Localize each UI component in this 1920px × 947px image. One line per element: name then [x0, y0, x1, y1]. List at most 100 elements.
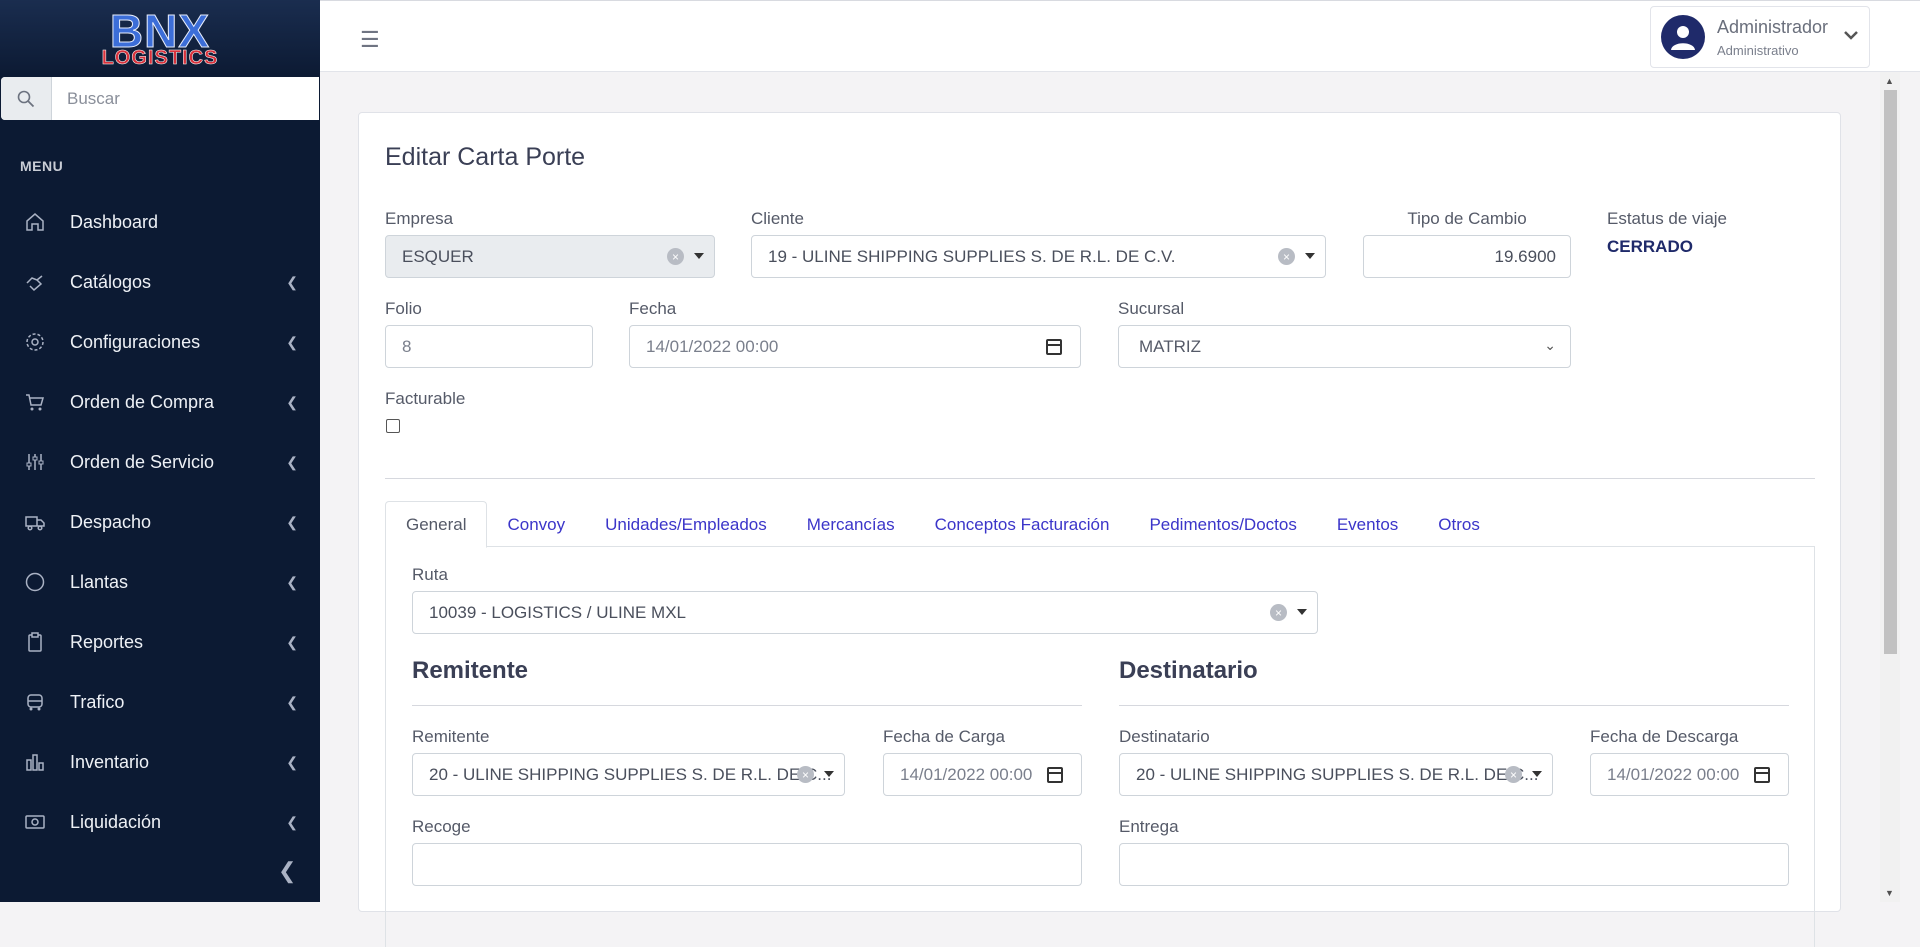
logo-bottom-text: LOGISTICS [101, 47, 219, 69]
bus-icon [22, 689, 48, 715]
sidebar-item-label: Llantas [70, 571, 129, 592]
empresa-select[interactable]: ESQUER × [385, 235, 715, 278]
collapse-sidebar-icon[interactable]: ❮ [278, 858, 296, 884]
hamburger-menu-icon[interactable]: ☰ [360, 27, 380, 53]
fecha-descarga-field: Fecha de Descarga 14/01/2022 00:00 [1590, 727, 1789, 796]
cliente-label: Cliente [751, 209, 804, 228]
fecha-carga-field: Fecha de Carga 14/01/2022 00:00 [883, 727, 1082, 796]
scroll-up-arrow-icon[interactable]: ▲ [1885, 76, 1894, 86]
sidebar-item-inventario[interactable]: Inventario ❮ [0, 732, 320, 792]
recoge-field: Recoge [412, 817, 1082, 886]
search-input[interactable] [52, 77, 319, 120]
folio-input[interactable]: 8 [385, 325, 593, 368]
fecha-carga-input[interactable]: 14/01/2022 00:00 [883, 753, 1082, 796]
search-box [1, 77, 319, 120]
folio-value: 8 [402, 336, 412, 356]
tab-general-pane: Ruta 10039 - LOGISTICS / ULINE MXL × Rem… [385, 547, 1815, 947]
tab-pedimentos-doctos[interactable]: Pedimentos/Doctos [1129, 501, 1316, 548]
recoge-input[interactable] [412, 843, 1082, 886]
fecha-carga-value: 14/01/2022 00:00 [900, 764, 1033, 784]
tab-otros[interactable]: Otros [1418, 501, 1500, 548]
sidebar-item-orden-de-servicio[interactable]: Orden de Servicio ❮ [0, 432, 320, 492]
remitente-field: Remitente 20 - ULINE SHIPPING SUPPLIES S… [412, 727, 845, 796]
sidebar-item-label: Dashboard [70, 211, 159, 232]
tab-eventos[interactable]: Eventos [1317, 501, 1418, 548]
calendar-icon[interactable] [1047, 767, 1063, 783]
fecha-input[interactable]: 14/01/2022 00:00 [629, 325, 1081, 368]
sucursal-field: Sucursal MATRIZ ⌄ [1118, 299, 1571, 368]
sidebar-item-configuraciones[interactable]: Configuraciones ❮ [0, 312, 320, 372]
tipo-cambio-field: Tipo de Cambio 19.6900 [1363, 209, 1571, 278]
chevron-left-icon: ❮ [286, 454, 298, 470]
chevron-left-icon: ❮ [286, 514, 298, 530]
scroll-down-arrow-icon[interactable]: ▼ [1885, 888, 1894, 898]
destinatario-value: 20 - ULINE SHIPPING SUPPLIES S. DE R.L. … [1136, 764, 1539, 784]
user-menu[interactable]: Administrador Administrativo [1650, 6, 1870, 68]
fecha-descarga-label: Fecha de Descarga [1590, 727, 1739, 746]
chevron-left-icon: ❮ [286, 574, 298, 590]
chevron-down-icon: ⌄ [1544, 337, 1556, 353]
tab-conceptos-facturacion[interactable]: Conceptos Facturación [915, 501, 1130, 548]
sidebar-item-despacho[interactable]: Despacho ❮ [0, 492, 320, 552]
destinatario-field: Destinatario 20 - ULINE SHIPPING SUPPLIE… [1119, 727, 1553, 796]
sidebar-item-liquidacion[interactable]: Liquidación ❮ [0, 792, 320, 852]
cliente-field: Cliente 19 - ULINE SHIPPING SUPPLIES S. … [751, 209, 1326, 278]
entrega-label: Entrega [1119, 817, 1179, 836]
entrega-field: Entrega [1119, 817, 1789, 886]
destinatario-select[interactable]: 20 - ULINE SHIPPING SUPPLIES S. DE R.L. … [1119, 753, 1553, 796]
sucursal-select[interactable]: MATRIZ ⌄ [1118, 325, 1571, 368]
destinatario-heading: Destinatario [1119, 657, 1258, 684]
facturable-checkbox[interactable] [386, 419, 400, 433]
sidebar-item-catalogos[interactable]: Catálogos ❮ [0, 252, 320, 312]
gear-icon [22, 329, 48, 355]
tab-convoy[interactable]: Convoy [487, 501, 585, 548]
clear-icon[interactable]: × [1505, 766, 1522, 783]
sliders-icon [22, 449, 48, 475]
sidebar-item-dashboard[interactable]: Dashboard [0, 192, 320, 252]
tab-general[interactable]: General [385, 501, 488, 548]
remitente-heading: Remitente [412, 657, 529, 684]
entrega-input[interactable] [1119, 843, 1789, 886]
sidebar-item-llantas[interactable]: Llantas ❮ [0, 552, 320, 612]
calendar-icon[interactable] [1754, 767, 1770, 783]
sidebar-item-label: Catálogos [70, 271, 152, 292]
ruta-label: Ruta [412, 565, 448, 584]
recoge-label: Recoge [412, 817, 471, 836]
sucursal-value: MATRIZ [1139, 336, 1202, 356]
folio-field: Folio 8 [385, 299, 593, 368]
caret-down-icon [1532, 771, 1542, 777]
scrollbar-thumb[interactable] [1884, 90, 1897, 654]
sidebar-item-orden-de-compra[interactable]: Orden de Compra ❮ [0, 372, 320, 432]
estatus-label: Estatus de viaje [1607, 209, 1728, 228]
calendar-icon[interactable] [1046, 339, 1062, 355]
sidebar-item-label: Inventario [70, 751, 150, 772]
caret-down-icon [1297, 609, 1307, 615]
chevron-left-icon: ❮ [286, 754, 298, 770]
user-role: Administrativo [1717, 42, 1799, 58]
money-icon [22, 809, 48, 835]
clear-icon[interactable]: × [1270, 604, 1287, 621]
chevron-left-icon: ❮ [286, 814, 298, 830]
sidebar-item-trafico[interactable]: Trafico ❮ [0, 672, 320, 732]
sidebar-item-label: Trafico [70, 691, 125, 712]
remitente-select[interactable]: 20 - ULINE SHIPPING SUPPLIES S. DE R.L. … [412, 753, 845, 796]
tipo-cambio-input[interactable]: 19.6900 [1363, 235, 1571, 278]
status-badge: CERRADO [1607, 237, 1693, 256]
hand-icon [22, 269, 48, 295]
page-scrollbar[interactable]: ▲ ▼ [1880, 72, 1900, 902]
ruta-select[interactable]: 10039 - LOGISTICS / ULINE MXL × [412, 591, 1318, 634]
cliente-select[interactable]: 19 - ULINE SHIPPING SUPPLIES S. DE R.L. … [751, 235, 1326, 278]
fecha-descarga-input[interactable]: 14/01/2022 00:00 [1590, 753, 1789, 796]
chevron-left-icon: ❮ [286, 334, 298, 350]
chevron-down-icon [1844, 31, 1858, 40]
sidebar-item-reportes[interactable]: Reportes ❮ [0, 612, 320, 672]
sidebar: BNX LOGISTICS MENU Dashboard Catálogos ❮… [0, 0, 320, 902]
clear-icon[interactable]: × [667, 248, 684, 265]
tab-unidades-empleados[interactable]: Unidades/Empleados [585, 501, 787, 548]
brand-logo[interactable]: BNX LOGISTICS [0, 0, 320, 76]
clear-icon[interactable]: × [1278, 248, 1295, 265]
search-icon[interactable] [1, 77, 52, 120]
clear-icon[interactable]: × [797, 766, 814, 783]
tab-mercancias[interactable]: Mercancías [787, 501, 915, 548]
chevron-left-icon: ❮ [286, 634, 298, 650]
